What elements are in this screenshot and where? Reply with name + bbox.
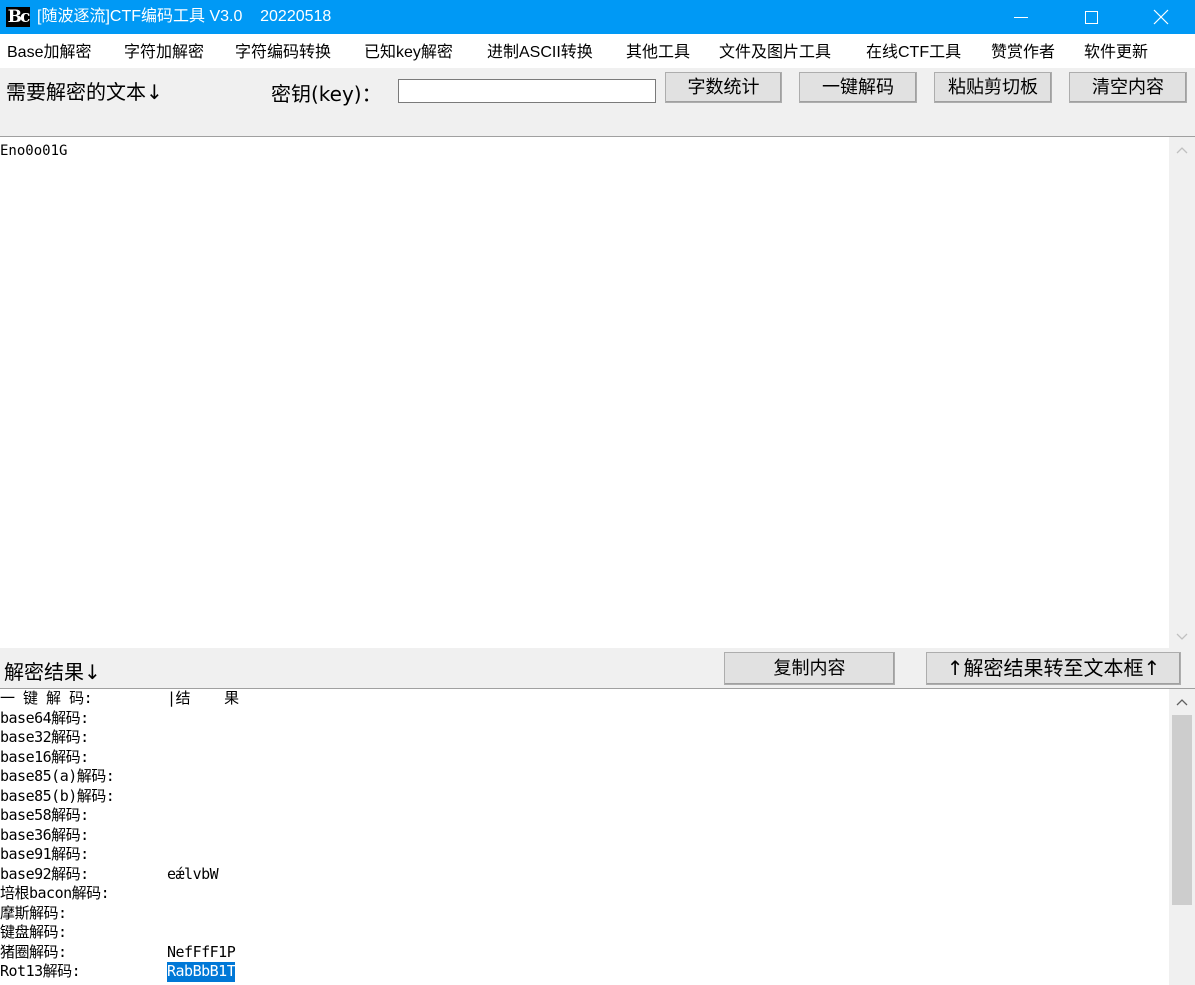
menu-update[interactable]: 软件更新 xyxy=(1084,34,1148,68)
scroll-down-icon[interactable] xyxy=(1176,630,1188,642)
input-textarea[interactable]: Eno0o01G xyxy=(0,136,1195,648)
result-textarea[interactable]: 一 键 解 码: |结 果 base64解码: base32解码: base16解… xyxy=(0,688,1195,985)
result-bar: 解密结果↓ 复制内容 ↑解密结果转至文本框↑ xyxy=(0,648,1195,688)
input-text: Eno0o01G xyxy=(0,143,68,159)
result-header: 一 键 解 码: |结 果 xyxy=(0,689,239,707)
result-row-base85b: base85(b)解码: xyxy=(0,786,115,805)
minimize-icon xyxy=(1014,16,1028,18)
clear-button[interactable]: 清空内容 xyxy=(1069,72,1187,103)
app-icon: Bc xyxy=(6,7,30,27)
menu-online-ctf[interactable]: 在线CTF工具 xyxy=(866,34,961,68)
scroll-thumb[interactable] xyxy=(1172,715,1192,905)
menu-file-image-tools[interactable]: 文件及图片工具 xyxy=(719,34,831,68)
result-row-pigpen: 猪圈解码: NefFfF1P xyxy=(0,942,236,961)
result-row-base16: base16解码: xyxy=(0,747,89,766)
menu-other-tools[interactable]: 其他工具 xyxy=(626,34,690,68)
arrow-down-icon: ↓ xyxy=(84,660,101,684)
menu-radix-ascii[interactable]: 进制ASCII转换 xyxy=(487,34,593,68)
window-title: [随波逐流]CTF编码工具 V3.0 20220518 xyxy=(37,8,332,25)
result-row-base92: base92解码: eǽlvbW xyxy=(0,864,219,883)
result-row-base36: base36解码: xyxy=(0,825,89,844)
paste-clipboard-button[interactable]: 粘贴剪切板 xyxy=(934,72,1052,103)
menu-char-crypto[interactable]: 字符加解密 xyxy=(124,34,204,68)
input-label: 需要解密的文本↓ xyxy=(6,80,163,104)
result-row-base64: base64解码: xyxy=(0,708,89,727)
result-row-bacon: 培根bacon解码: xyxy=(0,884,110,902)
menu-char-encoding[interactable]: 字符编码转换 xyxy=(235,34,331,68)
title-bar: Bc [随波逐流]CTF编码工具 V3.0 20220518 xyxy=(0,0,1195,34)
close-button[interactable] xyxy=(1138,0,1184,34)
result-scrollbar[interactable] xyxy=(1169,689,1195,985)
result-label: 解密结果↓ xyxy=(4,660,101,684)
maximize-icon xyxy=(1084,10,1098,24)
scroll-up-icon[interactable] xyxy=(1176,145,1188,157)
maximize-button[interactable] xyxy=(1068,0,1114,34)
key-label: 密钥(key)： xyxy=(271,82,382,106)
count-button[interactable]: 字数统计 xyxy=(665,72,782,103)
input-scrollbar[interactable] xyxy=(1169,137,1195,648)
toolbar: 需要解密的文本↓ 密钥(key)： 字数统计 一键解码 粘贴剪切板 清空内容 xyxy=(0,68,1195,136)
result-to-input-button[interactable]: ↑解密结果转至文本框↑ xyxy=(926,652,1181,685)
result-row-rot13: Rot13解码: RabBbB1T xyxy=(0,962,236,982)
menu-donate[interactable]: 赞赏作者 xyxy=(991,34,1055,68)
one-click-decode-button[interactable]: 一键解码 xyxy=(799,72,917,103)
result-row-base85a: base85(a)解码: xyxy=(0,767,115,785)
copy-result-button[interactable]: 复制内容 xyxy=(724,652,895,685)
menu-base[interactable]: Base加解密 xyxy=(7,34,91,68)
selected-text[interactable]: RabBbB1T xyxy=(167,962,236,982)
key-input[interactable] xyxy=(398,79,656,103)
menu-bar: Base加解密 字符加解密 字符编码转换 已知key解密 进制ASCII转换 其… xyxy=(0,34,1195,68)
result-row-base32: base32解码: xyxy=(0,728,89,746)
minimize-button[interactable] xyxy=(998,0,1044,34)
scroll-up-icon[interactable] xyxy=(1176,697,1188,709)
result-row-keyboard: 键盘解码: xyxy=(0,923,67,941)
menu-known-key[interactable]: 已知key解密 xyxy=(364,34,453,68)
arrow-down-icon: ↓ xyxy=(146,80,163,104)
result-row-base91: base91解码: xyxy=(0,845,89,863)
result-row-morse: 摩斯解码: xyxy=(0,903,67,922)
result-row-base58: base58解码: xyxy=(0,806,89,824)
close-icon xyxy=(1153,9,1169,25)
